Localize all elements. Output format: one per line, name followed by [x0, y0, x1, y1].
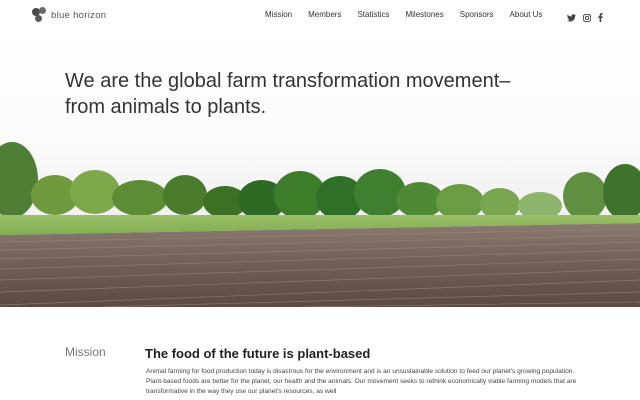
site-header: blue horizon Mission Members Statistics … [0, 0, 640, 30]
brand-name: blue horizon [51, 9, 107, 21]
nav-item-mission[interactable]: Mission [265, 10, 292, 19]
nav-item-milestones[interactable]: Milestones [405, 10, 443, 19]
facebook-icon[interactable] [598, 9, 603, 27]
instagram-icon[interactable] [583, 9, 591, 27]
twitter-icon[interactable] [567, 9, 576, 27]
mission-section: Mission The food of the future is plant-… [0, 307, 640, 400]
nav-item-statistics[interactable]: Statistics [357, 10, 389, 19]
mission-title: The food of the future is plant-based [145, 346, 371, 361]
hero-headline: We are the global farm transformation mo… [65, 70, 511, 118]
nav-item-sponsors[interactable]: Sponsors [460, 10, 494, 19]
logo-mark-icon [32, 7, 48, 23]
social-links [567, 9, 603, 27]
brand-logo[interactable]: blue horizon [32, 7, 106, 23]
nav-item-about-us[interactable]: About Us [510, 10, 543, 19]
mission-body-text: Animal farming for food production today… [146, 368, 577, 395]
nav-item-members[interactable]: Members [308, 10, 341, 19]
main-nav: Mission Members Statistics Milestones Sp… [265, 10, 542, 19]
section-label: Mission [65, 345, 106, 359]
hero-section: We are the global farm transformation mo… [0, 30, 640, 307]
